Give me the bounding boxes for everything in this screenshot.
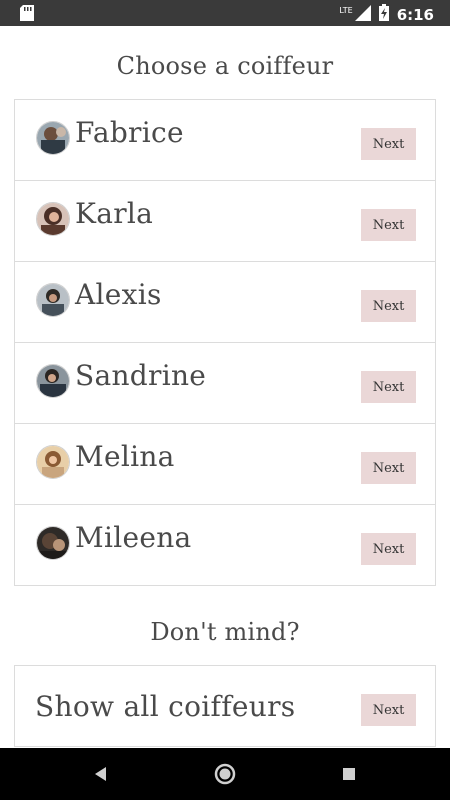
back-triangle-icon[interactable]	[92, 761, 108, 791]
page-title: Choose a coiffeur	[116, 52, 334, 80]
coiffeur-row-alexis[interactable]: Alexis Next	[15, 262, 435, 343]
next-button[interactable]: Next	[361, 290, 416, 322]
navigation-bar	[0, 748, 450, 800]
coiffeur-row-mileena[interactable]: Mileena Next	[15, 505, 435, 585]
network-type-label: LTE	[339, 6, 353, 15]
show-all-next-button[interactable]: Next	[361, 694, 416, 726]
coiffeur-name: Fabrice	[75, 116, 184, 149]
coiffeur-list: Fabrice Next Karla Next Alexis Next Sand…	[14, 99, 436, 586]
next-button[interactable]: Next	[361, 371, 416, 403]
main-content: Choose a coiffeur Fabrice Next Karla Nex…	[0, 26, 450, 748]
home-circle-icon[interactable]	[213, 761, 237, 791]
show-all-list: Show all coiffeurs Next	[14, 665, 436, 747]
next-button[interactable]: Next	[361, 533, 416, 565]
coiffeur-name: Sandrine	[75, 359, 207, 392]
coiffeur-row-fabrice[interactable]: Fabrice Next	[15, 100, 435, 181]
show-all-row[interactable]: Show all coiffeurs Next	[15, 666, 435, 746]
avatar	[36, 526, 70, 560]
coiffeur-name: Karla	[75, 197, 154, 230]
status-time: 6:16	[396, 5, 434, 24]
coiffeur-name: Alexis	[75, 278, 162, 311]
coiffeur-row-karla[interactable]: Karla Next	[15, 181, 435, 262]
avatar	[36, 445, 70, 479]
battery-charging-icon	[378, 4, 389, 25]
avatar	[36, 202, 70, 236]
avatar	[36, 364, 70, 398]
dont-mind-title: Don't mind?	[150, 618, 300, 646]
cell-signal-icon	[354, 4, 371, 25]
sd-card-icon	[20, 5, 34, 25]
next-button[interactable]: Next	[361, 209, 416, 241]
show-all-label: Show all coiffeurs	[35, 690, 296, 723]
coiffeur-name: Melina	[75, 440, 175, 473]
next-button[interactable]: Next	[361, 452, 416, 484]
status-bar: LTE 6:16	[0, 0, 450, 26]
avatar	[36, 283, 70, 317]
next-button[interactable]: Next	[361, 128, 416, 160]
coiffeur-name: Mileena	[75, 521, 192, 554]
recents-square-icon[interactable]	[341, 761, 357, 791]
avatar	[36, 121, 70, 155]
coiffeur-row-sandrine[interactable]: Sandrine Next	[15, 343, 435, 424]
coiffeur-row-melina[interactable]: Melina Next	[15, 424, 435, 505]
